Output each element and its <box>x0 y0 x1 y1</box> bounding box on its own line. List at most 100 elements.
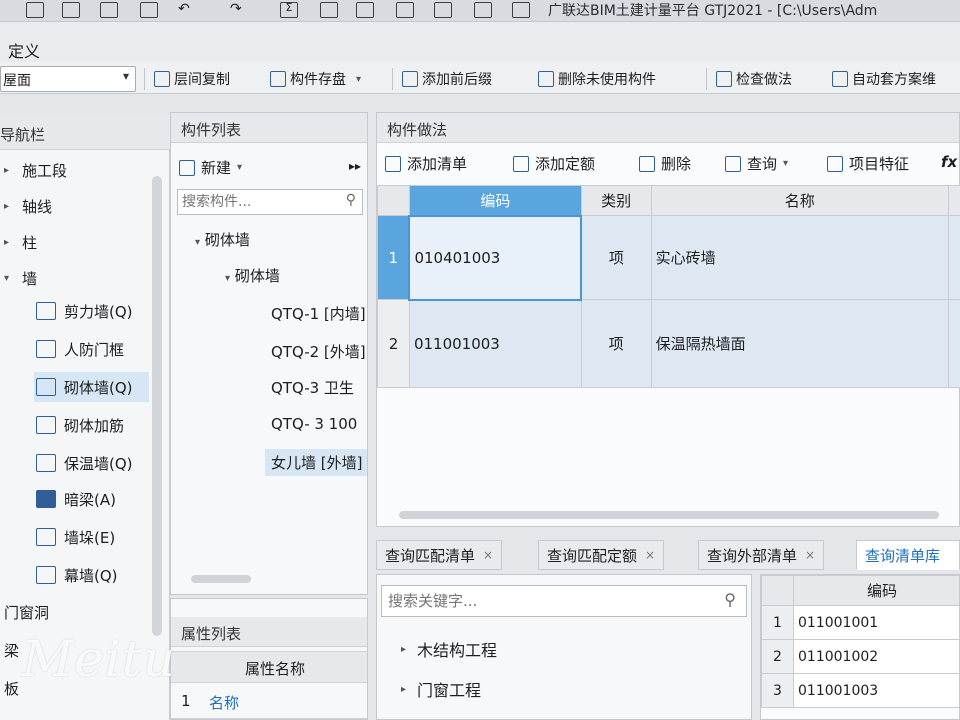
floor-select[interactable]: 屋面 ▾ <box>0 66 136 92</box>
code-cell[interactable]: 011001003 <box>793 673 959 708</box>
floor-copy-button[interactable]: 层间复制 <box>154 68 230 90</box>
undo-icon[interactable]: ↶ <box>178 2 196 18</box>
search-icon[interactable]: ⚲ <box>346 192 356 208</box>
table-row[interactable]: 2 011001003 项 保温隔热墙面 <box>377 299 960 388</box>
open-folder-icon[interactable] <box>100 2 118 18</box>
component-list-scrollbar[interactable] <box>191 575 251 583</box>
component-item-selected[interactable]: 女儿墙 [外墙] <box>265 449 367 476</box>
sum-icon[interactable]: Σ <box>280 2 298 18</box>
close-icon[interactable]: × <box>483 548 493 562</box>
nav-item-wall[interactable]: ▾ 墙 <box>4 268 37 289</box>
nav-item-door-window[interactable]: 门窗洞 <box>4 602 49 623</box>
nav-sub-masonry-wall[interactable]: 砌体墙(Q) <box>34 372 149 402</box>
nav-item-axis[interactable]: ▸ 轴线 <box>4 196 52 217</box>
keyword-search-box[interactable]: ⚲ <box>381 585 747 617</box>
nav-sub-curtain-wall[interactable]: 幕墙(Q) <box>34 560 149 590</box>
print-icon[interactable] <box>474 2 492 18</box>
nav-sub-hidden-beam[interactable]: 暗梁(A) <box>34 484 149 514</box>
code-cell[interactable]: 011001003 <box>408 299 582 388</box>
tab-match-quota[interactable]: 查询匹配定额 × <box>538 540 665 570</box>
code-header[interactable]: 编码 <box>408 185 582 216</box>
tree-node-masonry-wall[interactable]: ▾ 砌体墙 <box>195 229 250 250</box>
code-cell[interactable]: 011001002 <box>793 639 959 674</box>
report-icon[interactable] <box>396 2 414 18</box>
method-table-scrollbar[interactable] <box>399 511 939 519</box>
nav-sub-label: 墙垛(E) <box>64 528 116 547</box>
table-row[interactable]: 2 011001002 <box>761 639 959 674</box>
add-quota-button[interactable]: 添加定额 <box>513 153 595 174</box>
nav-item-slab[interactable]: 板 <box>4 678 19 699</box>
tab-bill-library[interactable]: 查询清单库 <box>856 540 960 570</box>
nav-sub-masonry-rebar[interactable]: 砌体加筋 <box>34 410 149 440</box>
tree-node-wood-structure[interactable]: ▸ 木结构工程 <box>401 637 497 661</box>
auto-apply-button[interactable]: 自动套方案维 <box>832 68 936 90</box>
name-cell[interactable]: 实心砖墙 <box>650 215 949 300</box>
add-window-icon[interactable] <box>512 2 530 18</box>
delete-button[interactable]: 删除 <box>639 153 691 174</box>
layout-icon[interactable] <box>356 2 374 18</box>
new-file-icon[interactable] <box>62 2 80 18</box>
property-row-name: 名称 <box>209 694 240 712</box>
export-icon[interactable] <box>434 2 452 18</box>
check-method-button[interactable]: 检查做法 <box>716 68 792 90</box>
tab-match-bill[interactable]: 查询匹配清单 × <box>376 540 503 570</box>
more-icon[interactable]: ▸▸ <box>349 159 361 173</box>
nav-sub-wall-pier[interactable]: 墙垛(E) <box>34 522 149 552</box>
component-item[interactable]: QTQ-3 卫生 <box>271 377 367 398</box>
component-item[interactable]: QTQ-2 [外墙] <box>271 341 367 362</box>
property-name-header: 属性名称 <box>245 660 306 678</box>
nav-item-construction-section[interactable]: ▸ 施工段 <box>4 160 67 181</box>
name-cell[interactable]: 保温隔热墙面 <box>650 299 949 388</box>
project-feature-button[interactable]: 项目特征 <box>827 153 909 174</box>
collapse-arrow-icon: ▾ <box>4 273 10 284</box>
nav-item-beam[interactable]: 梁 <box>4 640 19 661</box>
nav-item-label: 柱 <box>22 234 38 252</box>
close-icon[interactable]: × <box>805 548 815 562</box>
extra-cell <box>947 215 960 300</box>
toolbar-divider <box>392 68 393 90</box>
component-item[interactable]: QTQ- 3 100 <box>271 415 367 433</box>
expand-arrow-icon: ▸ <box>401 643 407 655</box>
search-icon[interactable]: ⚲ <box>724 590 736 609</box>
component-search-input[interactable] <box>182 191 332 213</box>
upload-icon[interactable] <box>26 2 44 18</box>
table-row[interactable]: 1 011001001 <box>761 605 959 640</box>
redo-icon[interactable]: ↷ <box>230 2 248 18</box>
component-search-box[interactable]: ⚲ <box>177 189 363 215</box>
close-icon[interactable]: × <box>645 548 655 562</box>
menu-define[interactable]: 定义 <box>8 38 40 62</box>
nav-sub-shear-wall[interactable]: 剪力墙(Q) <box>34 296 149 326</box>
tab-label: 查询匹配清单 <box>385 546 476 565</box>
delete-unused-button[interactable]: 删除未使用构件 <box>538 68 656 90</box>
type-cell[interactable]: 项 <box>580 299 652 388</box>
nav-sub-insulation-wall[interactable]: 保温墙(Q) <box>34 448 149 478</box>
new-component-button[interactable]: 新建 ▾ <box>179 157 242 178</box>
add-bill-button[interactable]: 添加清单 <box>385 153 467 174</box>
code-header[interactable]: 编码 <box>793 575 959 606</box>
tab-external-bill[interactable]: 查询外部清单 × <box>698 540 825 570</box>
nav-item-column[interactable]: ▸ 柱 <box>4 232 37 253</box>
formula-button[interactable]: fx <box>941 153 957 171</box>
nav-scrollbar[interactable] <box>152 176 162 636</box>
bill-code-table: 编码 1 011001001 2 011001002 3 011001003 <box>760 574 960 720</box>
nav-sub-civil-defense-frame[interactable]: 人防门框 <box>34 334 149 364</box>
property-row[interactable]: 1 名称 <box>171 685 367 719</box>
tab-label: 查询外部清单 <box>707 546 798 565</box>
table-row[interactable]: 1 010401003 项 实心砖墙 <box>377 214 960 301</box>
name-header[interactable]: 名称 <box>650 185 949 216</box>
type-header[interactable]: 类别 <box>580 185 652 216</box>
query-button[interactable]: 查询 ▾ <box>725 153 788 174</box>
code-cell[interactable]: 011001001 <box>793 605 959 640</box>
component-item[interactable]: QTQ-1 [内墙] <box>271 303 367 324</box>
add-prefix-suffix-button[interactable]: 添加前后缀 <box>402 68 492 90</box>
keyword-search-input[interactable] <box>388 587 708 615</box>
tree-node-masonry-wall-sub[interactable]: ▾ 砌体墙 <box>225 265 280 286</box>
code-cell[interactable]: 010401003 <box>408 214 583 301</box>
table-row[interactable]: 3 011001003 <box>761 673 959 708</box>
save-component-button[interactable]: 构件存盘 ▾ <box>270 68 361 90</box>
view-icon[interactable] <box>320 2 338 18</box>
tree-node-door-window[interactable]: ▸ 门窗工程 <box>401 677 481 701</box>
collapse-arrow-icon: ▾ <box>225 273 231 284</box>
save-icon[interactable] <box>140 2 158 18</box>
type-cell[interactable]: 项 <box>580 215 652 300</box>
